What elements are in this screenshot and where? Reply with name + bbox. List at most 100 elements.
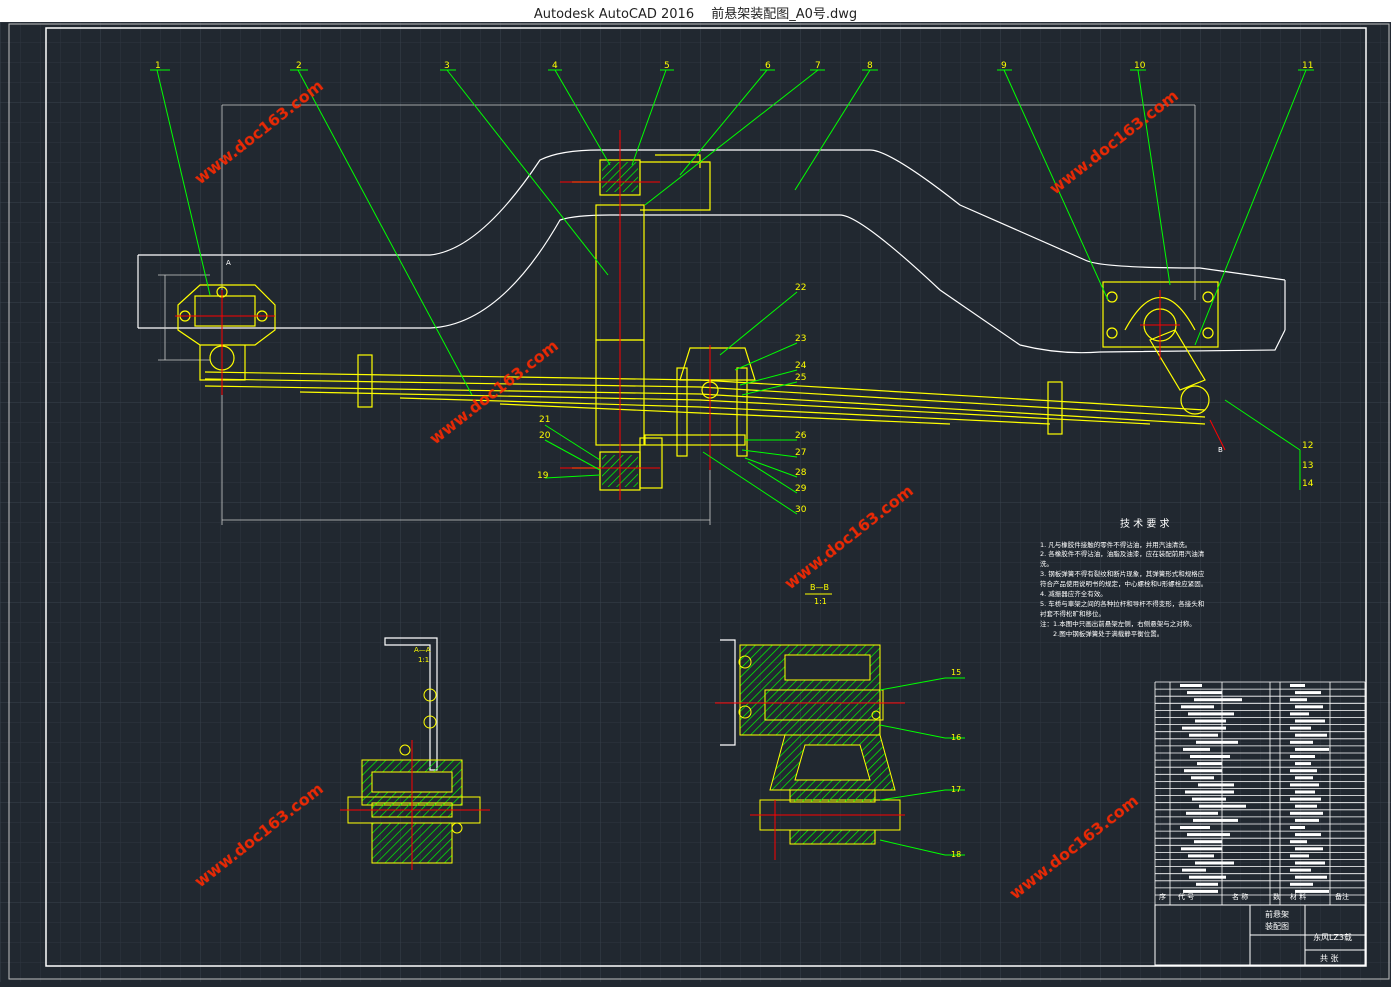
tech-line-5: 符合产品使用说明书的规定，中心螺栓和U形螺栓应紧固。 xyxy=(1040,579,1207,588)
tech-heading: 技 术 要 求 xyxy=(1120,517,1170,530)
bom-cell-material xyxy=(1295,747,1329,751)
callout-14: 14 xyxy=(1302,479,1314,489)
tech-line-4: 3. 钢板弹簧不得有裂纹和断片现象，其弹簧形式和规格应 xyxy=(1040,569,1205,578)
bom-cell-text xyxy=(1197,762,1222,766)
bom-cell-material xyxy=(1295,776,1313,780)
bom-cell-material xyxy=(1290,684,1305,687)
bom-cell-material xyxy=(1290,854,1309,858)
sheet-count: 共 张 xyxy=(1320,954,1339,963)
bom-cell-material xyxy=(1295,833,1321,837)
callout-28: 28 xyxy=(795,468,807,478)
callout-24: 24 xyxy=(795,361,807,371)
tech-line-7: 5. 车桥与車架之间的各种拉杆和导杆不得变形，各接头和 xyxy=(1040,599,1204,608)
callout-4: 4 xyxy=(552,61,558,71)
bom-cell-material xyxy=(1295,705,1323,709)
callout-26: 26 xyxy=(795,431,807,441)
bom-header-remark: 备注 xyxy=(1335,892,1349,901)
bom-cell-material xyxy=(1290,726,1311,730)
bom-cell-text xyxy=(1194,698,1242,702)
bom-cell-material xyxy=(1290,882,1313,886)
bom-cell-text xyxy=(1191,776,1214,780)
callout-27: 27 xyxy=(795,448,806,458)
bom-cell-material xyxy=(1290,698,1307,702)
callout-30: 30 xyxy=(795,505,807,515)
callouts-rear: 12 13 14 xyxy=(1302,441,1314,489)
bom-cell-text xyxy=(1188,712,1234,716)
bom-cell-text xyxy=(1187,691,1222,695)
company-name: 东风LZ3载 xyxy=(1313,932,1352,942)
callout-18: 18 xyxy=(951,850,961,859)
bom-header-qty: 数 xyxy=(1273,892,1280,901)
section-aa-title: A—A xyxy=(414,646,431,654)
section-bb-scale: 1:1 xyxy=(814,597,827,606)
section-mark-b: B xyxy=(1218,446,1223,454)
bom-cell-material xyxy=(1290,840,1307,844)
bom-cell-text xyxy=(1180,684,1202,687)
callout-29: 29 xyxy=(795,484,807,494)
tech-line-3: 洗。 xyxy=(1040,559,1053,568)
tech-line-6: 4. 减振器应齐全有效。 xyxy=(1040,589,1107,598)
drawing-name-1: 前悬架 xyxy=(1265,909,1289,919)
callout-21: 21 xyxy=(539,415,550,425)
window-title: Autodesk AutoCAD 2016 前悬架装配图_A0号.dwg xyxy=(533,7,858,22)
callout-5: 5 xyxy=(664,61,670,71)
bom-cell-text xyxy=(1198,783,1234,787)
bom-cell-text xyxy=(1194,840,1222,844)
callout-25: 25 xyxy=(795,373,806,383)
bom-cell-material xyxy=(1290,712,1309,716)
callout-12: 12 xyxy=(1302,441,1313,451)
callout-7: 7 xyxy=(815,61,821,71)
bom-header-no: 序 xyxy=(1159,892,1166,901)
bom-cell-text xyxy=(1186,811,1218,815)
bom-cell-material xyxy=(1290,755,1315,758)
bom-cell-text xyxy=(1195,861,1234,865)
bom-cell-text xyxy=(1182,726,1226,730)
bom-header-material: 材 料 xyxy=(1290,892,1306,901)
callout-11: 11 xyxy=(1302,61,1313,71)
bom-cell-material xyxy=(1295,804,1317,808)
section-bb-title: B—B xyxy=(810,583,829,592)
section-mark-a: A xyxy=(226,259,231,267)
bom-cell-text xyxy=(1196,882,1218,886)
bom-cell-text xyxy=(1184,769,1222,773)
bom-cell-material xyxy=(1290,769,1317,773)
callout-1: 1 xyxy=(155,61,161,71)
window-titlebar: Autodesk AutoCAD 2016 前悬架装配图_A0号.dwg xyxy=(0,0,1391,23)
bom-cell-material xyxy=(1295,719,1325,723)
bom-cell-material xyxy=(1290,826,1305,829)
bom-cell-text xyxy=(1188,854,1214,858)
bom-cell-text xyxy=(1180,826,1210,829)
bom-cell-material xyxy=(1290,783,1319,787)
callout-19: 19 xyxy=(537,471,549,481)
bom-cell-material xyxy=(1295,762,1311,766)
bom-cell-text xyxy=(1195,719,1226,723)
bom-cell-material xyxy=(1295,847,1323,851)
bom-header-name: 名 称 xyxy=(1232,892,1248,901)
callout-16: 16 xyxy=(951,733,961,742)
callout-9: 9 xyxy=(1001,61,1007,71)
callout-6: 6 xyxy=(765,61,771,71)
callout-8: 8 xyxy=(867,61,873,71)
bom-cell-text xyxy=(1183,747,1210,751)
callout-17: 17 xyxy=(951,785,961,794)
bom-cell-material xyxy=(1290,811,1323,815)
tech-line-10: 2.图中钢板弹簧处于满载静平衡位置。 xyxy=(1040,629,1163,638)
callout-20: 20 xyxy=(539,431,551,441)
callout-23: 23 xyxy=(795,334,806,344)
bom-cell-text xyxy=(1190,755,1230,758)
drawing-canvas[interactable]: 1 2 3 4 5 6 7 8 9 10 11 22 23 24 25 26 2… xyxy=(0,22,1391,982)
bom-cell-text xyxy=(1181,847,1222,851)
callout-3: 3 xyxy=(444,61,450,71)
bom-cell-text xyxy=(1189,875,1226,879)
callout-2: 2 xyxy=(296,61,302,71)
bom-cell-text xyxy=(1182,868,1206,872)
callout-10: 10 xyxy=(1134,61,1146,71)
callout-15: 15 xyxy=(951,668,961,677)
bom-cell-material xyxy=(1295,790,1315,794)
bom-cell-text xyxy=(1189,733,1218,737)
tech-line-1: 1. 凡与橡胶件接触的零件不得沾油，并用汽油清洗。 xyxy=(1040,540,1191,549)
bom-cell-material xyxy=(1295,861,1325,865)
bom-cell-text xyxy=(1192,797,1226,801)
bom-cell-material xyxy=(1295,691,1321,695)
tech-line-9: 注：1.本图中只画出前悬架左侧，右侧悬架与之对称。 xyxy=(1040,619,1196,628)
